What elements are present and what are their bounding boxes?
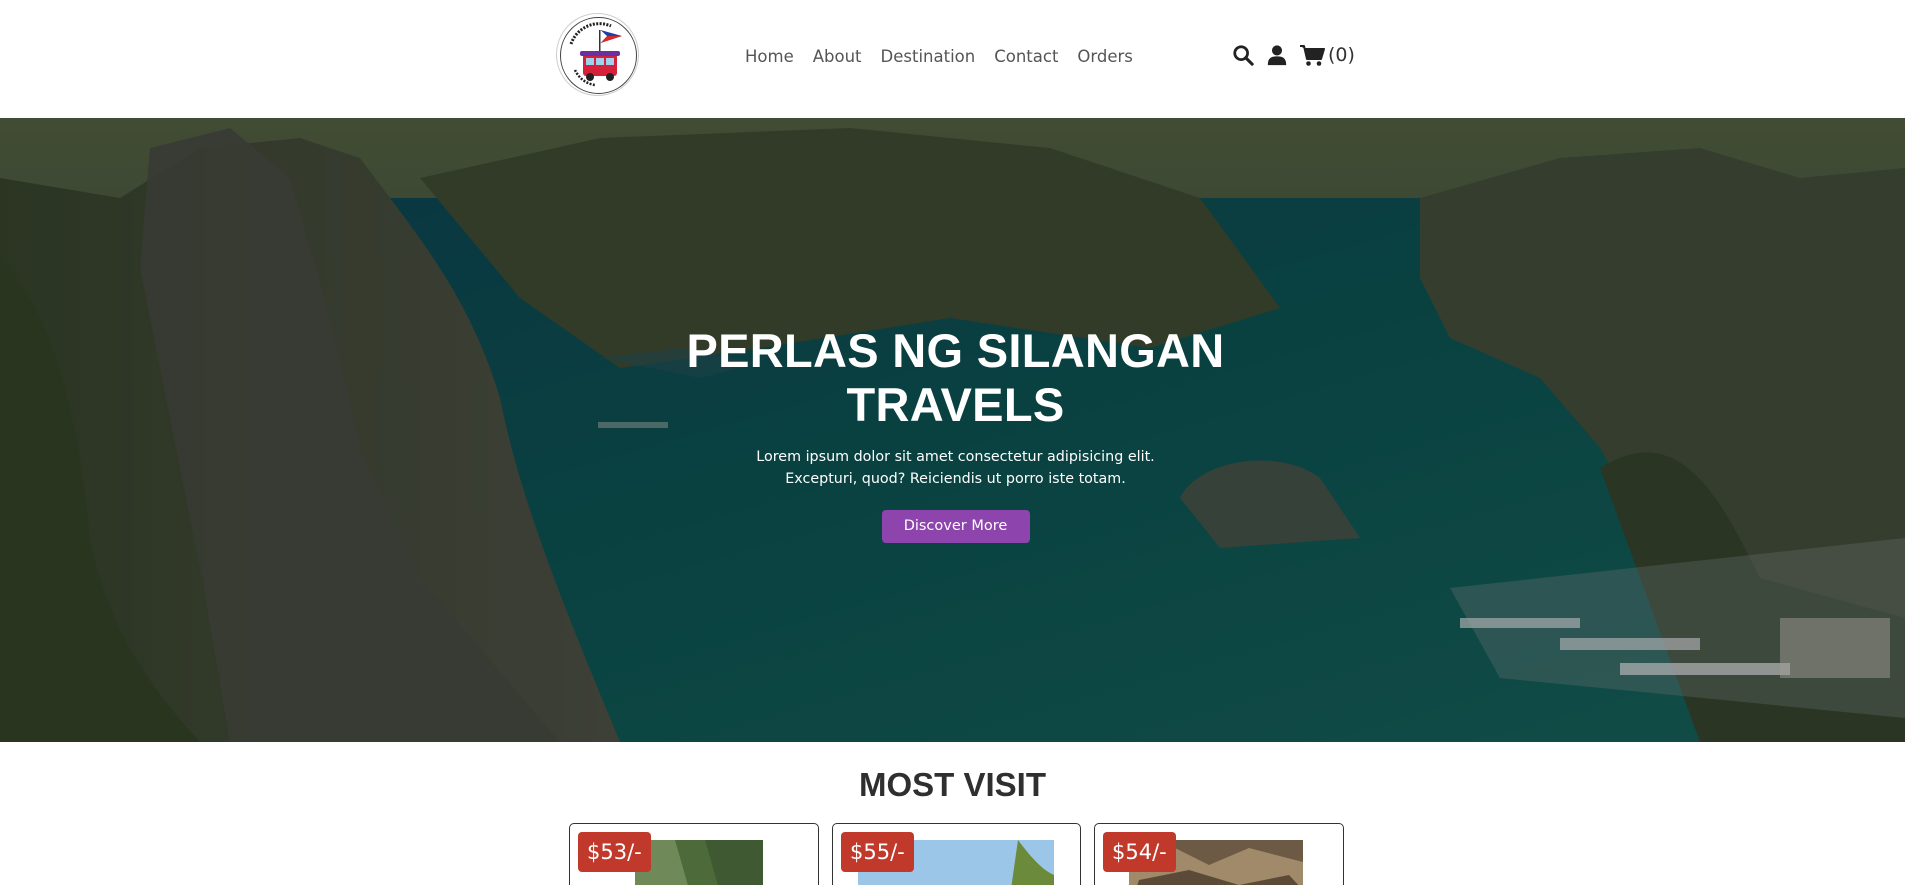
- destination-image: [635, 840, 763, 885]
- header-icons: (0): [1232, 43, 1355, 67]
- destination-card[interactable]: $55/-: [832, 823, 1081, 885]
- site-logo[interactable]: [556, 13, 639, 96]
- hero-content: PERLAS NG SILANGAN TRAVELS Lorem ipsum d…: [652, 324, 1259, 543]
- hero-description: Lorem ipsum dolor sit amet consectetur a…: [756, 449, 1155, 487]
- search-icon[interactable]: [1232, 43, 1254, 67]
- hero-banner: PERLAS NG SILANGAN TRAVELS Lorem ipsum d…: [0, 118, 1905, 742]
- price-badge: $54/-: [1103, 832, 1176, 872]
- hero-title: PERLAS NG SILANGAN TRAVELS: [686, 324, 1225, 431]
- price-badge: $55/-: [841, 832, 914, 872]
- cart-count[interactable]: (0): [1328, 44, 1355, 66]
- destination-card[interactable]: $54/-: [1094, 823, 1344, 885]
- nav-about[interactable]: About: [813, 47, 862, 66]
- user-icon[interactable]: [1266, 43, 1288, 67]
- destination-card[interactable]: $53/-: [569, 823, 819, 885]
- nav-contact[interactable]: Contact: [994, 47, 1058, 66]
- nav-destination[interactable]: Destination: [881, 47, 976, 66]
- main-nav: Home About Destination Contact Orders: [745, 47, 1133, 66]
- section-title: MOST VISIT: [858, 766, 1046, 803]
- nav-home[interactable]: Home: [745, 47, 794, 66]
- nav-orders[interactable]: Orders: [1077, 47, 1133, 66]
- logo-image: [560, 17, 637, 94]
- discover-more-button[interactable]: Discover More: [881, 510, 1030, 543]
- price-badge: $53/-: [578, 832, 651, 872]
- cart-icon[interactable]: [1299, 43, 1325, 67]
- site-header: Home About Destination Contact Orders (0…: [0, 0, 1905, 118]
